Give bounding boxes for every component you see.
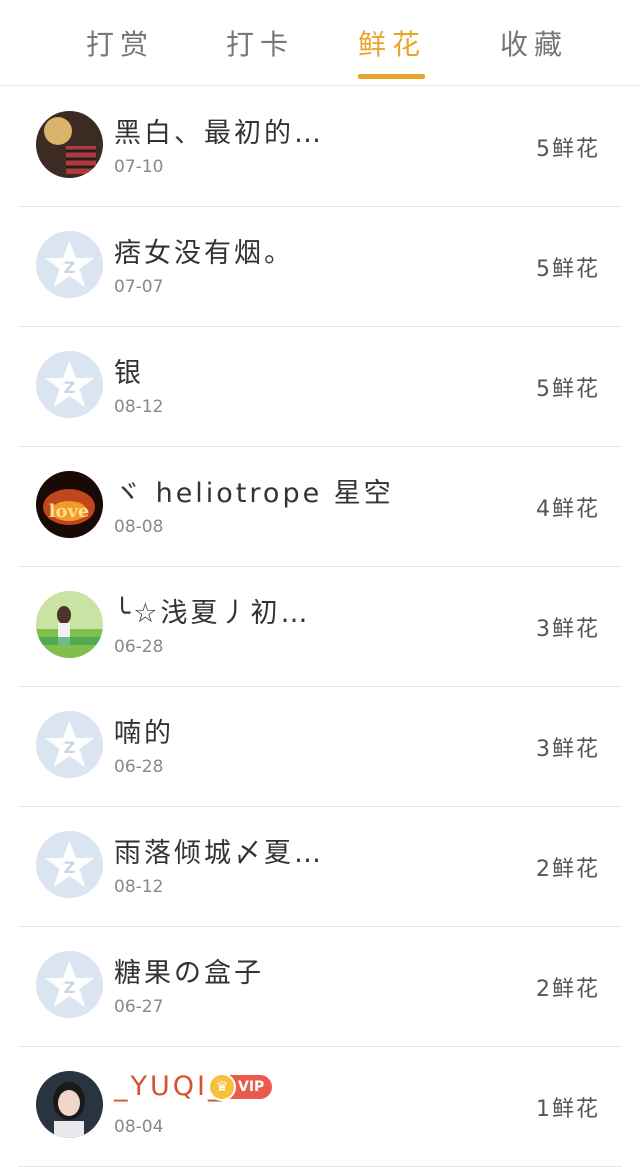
vip-label: VIP bbox=[238, 1079, 265, 1095]
flower-count: 3鲜花 bbox=[536, 737, 600, 762]
date-label: 06-28 bbox=[114, 637, 164, 657]
list-item[interactable]: _YUQI_ ♛ VIP 08-04 1鲜花 bbox=[18, 1047, 622, 1167]
avatar[interactable]: Z bbox=[36, 351, 103, 418]
flower-count: 5鲜花 bbox=[536, 137, 600, 162]
svg-text:Z: Z bbox=[64, 378, 76, 397]
vip-badge: ♛ VIP bbox=[208, 1073, 273, 1101]
date-label: 08-12 bbox=[114, 877, 164, 897]
date-label: 07-07 bbox=[114, 277, 164, 297]
flower-count: 3鲜花 bbox=[536, 617, 600, 642]
flower-count: 1鲜花 bbox=[536, 1097, 600, 1122]
list-item[interactable]: Z 喃的 06-28 3鲜花 bbox=[18, 687, 622, 807]
date-label: 08-04 bbox=[114, 1117, 164, 1137]
user-name: 银 bbox=[114, 358, 144, 389]
avatar[interactable]: love bbox=[36, 471, 103, 538]
list-item[interactable]: Z 痞女没有烟。 07-07 5鲜花 bbox=[18, 207, 622, 327]
date-label: 08-12 bbox=[114, 397, 164, 417]
avatar[interactable]: Z bbox=[36, 831, 103, 898]
tab-shoucang[interactable]: 收藏 bbox=[454, 0, 614, 86]
flower-count: 5鲜花 bbox=[536, 257, 600, 282]
user-name: 黑白、最初的… bbox=[114, 118, 324, 149]
date-label: 06-28 bbox=[114, 757, 164, 777]
list-item[interactable]: Z 银 08-12 5鲜花 bbox=[18, 327, 622, 447]
avatar[interactable] bbox=[36, 591, 103, 658]
flower-count: 2鲜花 bbox=[536, 977, 600, 1002]
list-item[interactable]: ╰☆浅夏丿初… 06-28 3鲜花 bbox=[18, 567, 622, 687]
flower-count: 5鲜花 bbox=[536, 377, 600, 402]
active-tab-indicator bbox=[358, 74, 425, 79]
svg-text:Z: Z bbox=[64, 738, 76, 757]
avatar[interactable]: Z bbox=[36, 951, 103, 1018]
svg-text:love: love bbox=[49, 501, 90, 522]
list-item[interactable]: love ヾ heliotrope 星空 08-08 4鲜花 bbox=[18, 447, 622, 567]
svg-text:Z: Z bbox=[64, 978, 76, 997]
flower-list: 黑白、最初的… 07-10 5鲜花 Z 痞女没有烟。 07-07 5鲜花 Z 银 08-12 5鲜花… bbox=[0, 87, 640, 1167]
user-name: 痞女没有烟。 bbox=[114, 238, 294, 269]
user-name: ヾ heliotrope 星空 bbox=[114, 478, 394, 509]
date-label: 06-27 bbox=[114, 997, 164, 1017]
date-label: 08-08 bbox=[114, 517, 164, 537]
flower-count: 2鲜花 bbox=[536, 857, 600, 882]
avatar[interactable]: Z bbox=[36, 231, 103, 298]
list-item[interactable]: 黑白、最初的… 07-10 5鲜花 bbox=[18, 87, 622, 207]
crown-icon: ♛ bbox=[208, 1073, 236, 1101]
avatar[interactable] bbox=[36, 1071, 103, 1138]
user-name: 糖果の盒子 bbox=[114, 958, 264, 989]
user-name: ╰☆浅夏丿初… bbox=[114, 598, 311, 629]
list-item[interactable]: Z 雨落倾城〆夏… 08-12 2鲜花 bbox=[18, 807, 622, 927]
user-name: 喃的 bbox=[114, 718, 174, 749]
tab-bar: 打赏 打卡 鲜花 收藏 bbox=[0, 0, 640, 86]
tab-dashang[interactable]: 打赏 bbox=[40, 0, 200, 86]
user-name: 雨落倾城〆夏… bbox=[114, 838, 324, 869]
flower-count: 4鲜花 bbox=[536, 497, 600, 522]
avatar[interactable]: Z bbox=[36, 711, 103, 778]
svg-text:Z: Z bbox=[64, 858, 76, 877]
avatar[interactable] bbox=[36, 111, 103, 178]
date-label: 07-10 bbox=[114, 157, 164, 177]
svg-text:Z: Z bbox=[64, 258, 76, 277]
list-item[interactable]: Z 糖果の盒子 06-27 2鲜花 bbox=[18, 927, 622, 1047]
